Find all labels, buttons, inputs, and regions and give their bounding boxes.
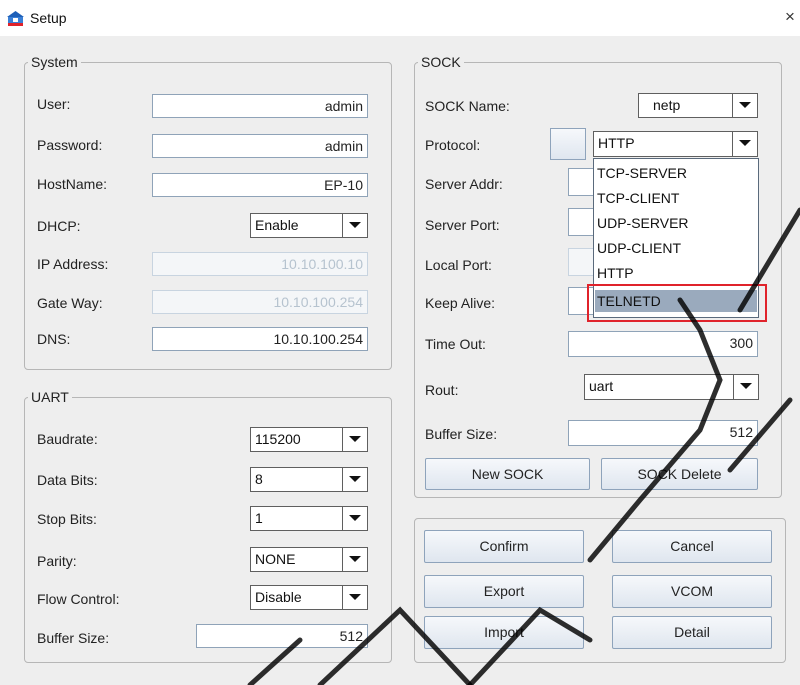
chevron-down-icon[interactable] [342, 468, 367, 491]
user-input[interactable]: admin [152, 94, 368, 118]
flowcontrol-select[interactable]: Disable [250, 585, 368, 610]
dhcp-value: Enable [255, 217, 299, 233]
parity-value: NONE [255, 551, 296, 567]
dns-label: DNS: [37, 331, 71, 347]
chevron-down-icon[interactable] [342, 548, 367, 571]
stopbits-value: 1 [255, 510, 263, 526]
rout-value: uart [589, 378, 614, 394]
title-bar [0, 0, 800, 36]
setup-app-icon [7, 11, 24, 26]
flowcontrol-label: Flow Control: [37, 591, 120, 607]
hostname-label: HostName: [37, 176, 108, 192]
password-label: Password: [37, 137, 103, 153]
sockname-value: netp [653, 97, 681, 113]
close-icon[interactable]: × [785, 8, 795, 25]
parity-select[interactable]: NONE [250, 547, 368, 572]
new-sock-button[interactable]: New SOCK [425, 458, 590, 490]
chevron-down-icon[interactable] [732, 132, 757, 156]
import-button[interactable]: Import [424, 616, 584, 649]
chevron-down-icon[interactable] [342, 428, 367, 451]
parity-label: Parity: [37, 553, 77, 569]
protocol-label: Protocol: [425, 137, 481, 153]
chevron-down-icon[interactable] [342, 586, 367, 609]
sockname-select[interactable]: netp [638, 93, 758, 118]
databits-value: 8 [255, 471, 263, 487]
sockname-label: SOCK Name: [425, 98, 510, 114]
protocol-side-box [550, 128, 586, 160]
chevron-down-icon[interactable] [732, 94, 757, 117]
baudrate-value: 115200 [255, 431, 301, 447]
gateway-label: Gate Way: [37, 295, 103, 311]
protocol-option-http[interactable]: HTTP [595, 262, 757, 284]
dns-input[interactable]: 10.10.100.254 [152, 327, 368, 351]
sock-buffersize-label: Buffer Size: [425, 426, 498, 442]
serveraddr-input[interactable] [568, 168, 594, 196]
timeout-input[interactable]: 300 [568, 331, 758, 357]
detail-button[interactable]: Detail [612, 616, 772, 649]
stopbits-select[interactable]: 1 [250, 506, 368, 531]
keepalive-label: Keep Alive: [425, 295, 496, 311]
chevron-down-icon[interactable] [342, 214, 367, 237]
export-button[interactable]: Export [424, 575, 584, 608]
stopbits-label: Stop Bits: [37, 511, 97, 527]
serveraddr-label: Server Addr: [425, 176, 503, 192]
protocol-select[interactable]: HTTP [593, 131, 758, 157]
dhcp-select[interactable]: Enable [250, 213, 368, 238]
sock-legend: SOCK [418, 54, 464, 70]
confirm-button[interactable]: Confirm [424, 530, 584, 563]
chevron-down-icon[interactable] [342, 507, 367, 530]
baudrate-label: Baudrate: [37, 431, 98, 447]
rout-label: Rout: [425, 382, 459, 398]
user-label: User: [37, 96, 71, 112]
databits-select[interactable]: 8 [250, 467, 368, 492]
baudrate-select[interactable]: 115200 [250, 427, 368, 452]
serverport-input[interactable] [568, 208, 594, 236]
hostname-input[interactable]: EP-10 [152, 173, 368, 197]
ip-input[interactable]: 10.10.100.10 [152, 252, 368, 276]
system-legend: System [28, 54, 81, 70]
timeout-label: Time Out: [425, 336, 486, 352]
sock-delete-button[interactable]: SOCK Delete [601, 458, 758, 490]
window-title: Setup [30, 10, 67, 26]
rout-select[interactable]: uart [584, 374, 759, 400]
protocol-option-udp-client[interactable]: UDP-CLIENT [595, 237, 757, 259]
localport-label: Local Port: [425, 257, 492, 273]
protocol-option-udp-server[interactable]: UDP-SERVER [595, 212, 757, 234]
protocol-option-tcp-server[interactable]: TCP-SERVER [595, 162, 757, 184]
ip-label: IP Address: [37, 256, 109, 272]
chevron-down-icon[interactable] [733, 375, 758, 399]
uart-buffersize-input[interactable]: 512 [196, 624, 368, 648]
serverport-label: Server Port: [425, 217, 500, 233]
databits-label: Data Bits: [37, 472, 98, 488]
uart-buffersize-label: Buffer Size: [37, 630, 110, 646]
sock-buffersize-input[interactable]: 512 [568, 420, 758, 446]
localport-input[interactable] [568, 248, 594, 276]
password-input[interactable]: admin [152, 134, 368, 158]
uart-legend: UART [28, 389, 72, 405]
flowcontrol-value: Disable [255, 589, 302, 605]
gateway-input[interactable]: 10.10.100.254 [152, 290, 368, 314]
highlight-box [587, 284, 767, 322]
vcom-button[interactable]: VCOM [612, 575, 772, 608]
protocol-value: HTTP [598, 135, 635, 151]
cancel-button[interactable]: Cancel [612, 530, 772, 563]
protocol-option-tcp-client[interactable]: TCP-CLIENT [595, 187, 757, 209]
dhcp-label: DHCP: [37, 218, 81, 234]
